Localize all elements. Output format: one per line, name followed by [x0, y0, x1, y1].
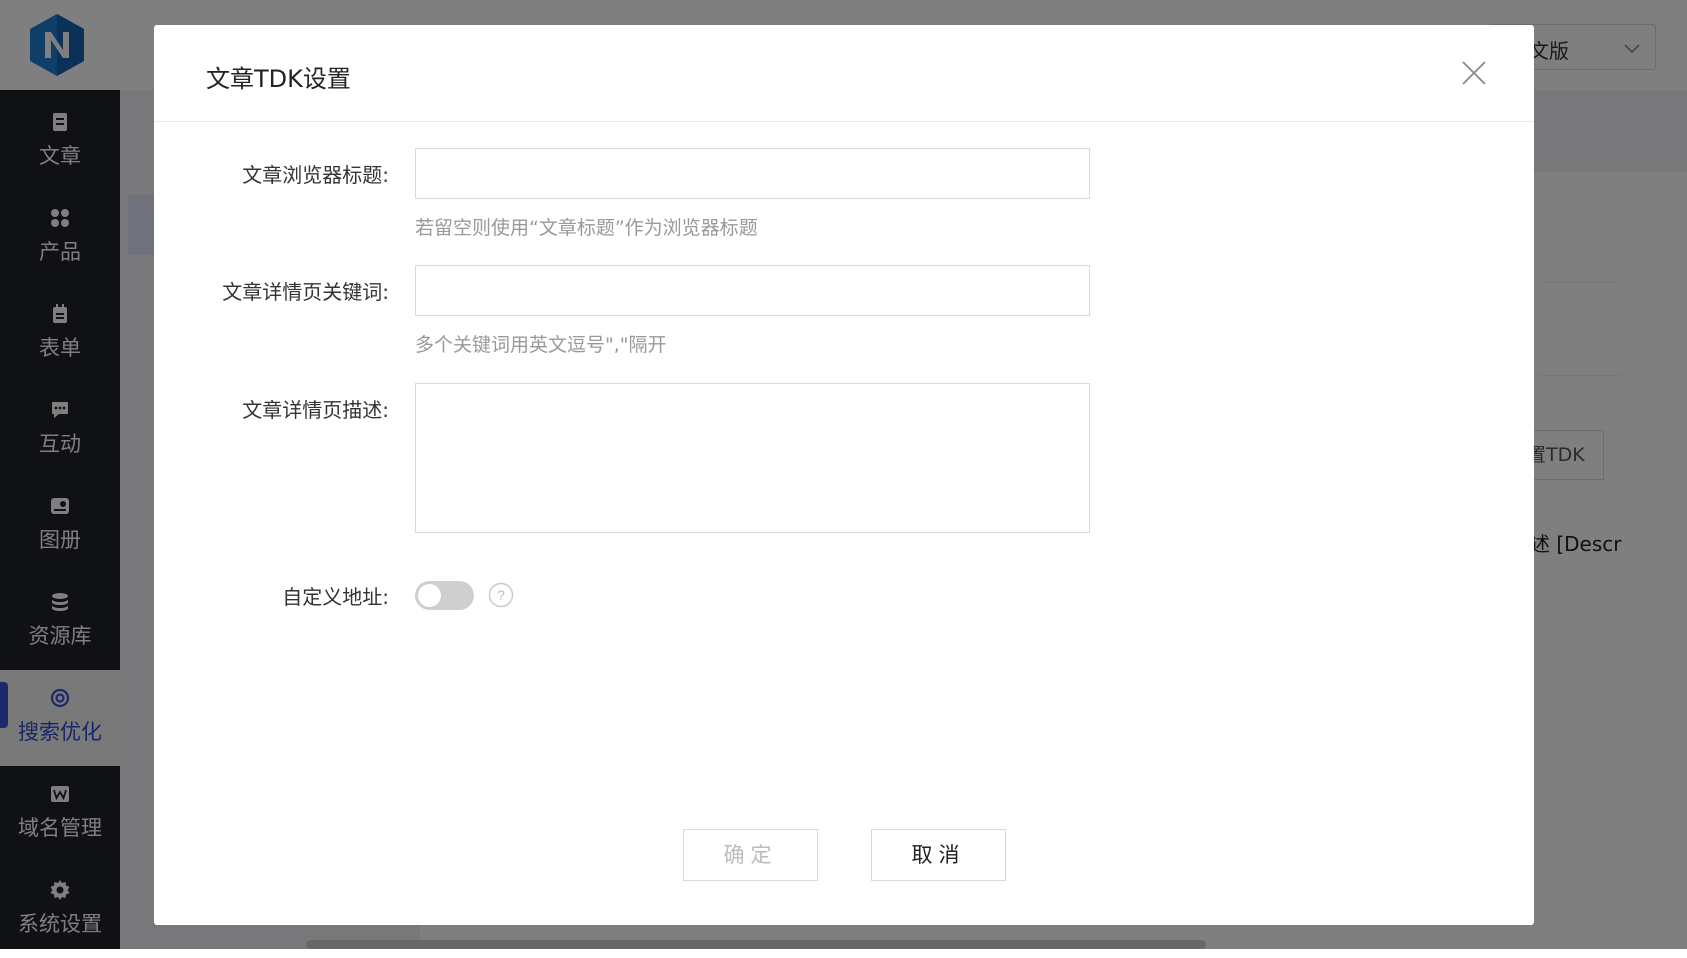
browser-title-input[interactable] [415, 148, 1090, 199]
keywords-label: 文章详情页关键词: [222, 280, 389, 304]
help-question-icon[interactable]: ? [488, 582, 514, 608]
dialog-header: 文章TDK设置 [154, 25, 1534, 122]
toggle-knob [418, 584, 441, 607]
dialog-title: 文章TDK设置 [206, 65, 351, 93]
browser-title-hint: 若留空则使用“文章标题”作为浏览器标题 [415, 217, 758, 239]
svg-text:?: ? [497, 587, 505, 603]
close-icon[interactable] [1456, 55, 1492, 91]
confirm-button[interactable]: 确定 [683, 829, 818, 881]
custom-url-toggle[interactable] [415, 581, 474, 610]
description-label: 文章详情页描述: [242, 398, 389, 422]
cancel-button[interactable]: 取消 [871, 829, 1006, 881]
browser-title-label: 文章浏览器标题: [242, 163, 389, 187]
keywords-input[interactable] [415, 265, 1090, 316]
tdk-settings-dialog: 文章TDK设置 文章浏览器标题: 若留空则使用“文章标题”作为浏览器标题 文章详… [154, 25, 1534, 925]
description-textarea[interactable] [415, 383, 1090, 533]
custom-url-label: 自定义地址: [282, 585, 389, 609]
keywords-hint: 多个关键词用英文逗号","隔开 [415, 334, 667, 356]
